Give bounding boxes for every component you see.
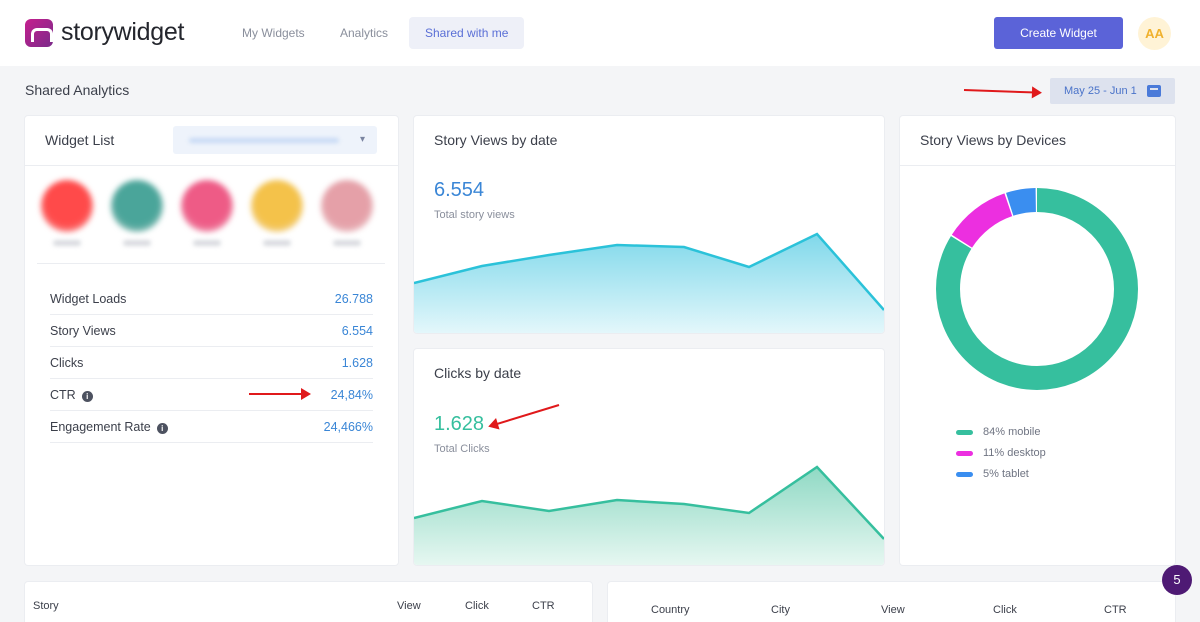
widget-thumbnails: [37, 178, 377, 250]
story-views-card: Story Views by date 6.554 Total story vi…: [414, 116, 884, 333]
thumbnail-label-blurred: [263, 240, 291, 246]
annotation-arrow: [249, 388, 311, 400]
metric-value: 24,466%: [323, 420, 373, 434]
column-header-click[interactable]: Click: [465, 600, 489, 612]
metric-label: Story Views: [50, 324, 116, 338]
metric-label-wrap: Engagement Rate i: [50, 420, 168, 434]
metric-value: 26.788: [334, 292, 373, 306]
metric-row-widget-loads: Widget Loads 26.788: [50, 283, 373, 315]
widget-thumbnail[interactable]: [251, 180, 303, 232]
metric-label: Clicks: [50, 356, 84, 370]
thumbnail-label-blurred: [193, 240, 221, 246]
column-header-city[interactable]: City: [771, 604, 790, 616]
devices-card: Story Views by Devices 84% mobile 11% de…: [900, 116, 1175, 565]
story-views-area: [414, 234, 884, 333]
devices-donut-chart: [936, 188, 1138, 390]
widget-thumbnail[interactable]: [111, 180, 163, 232]
widget-select-value-blurred: [189, 138, 339, 143]
metric-row-story-views: Story Views 6.554: [50, 315, 373, 347]
column-header-ctr[interactable]: CTR: [532, 600, 555, 612]
legend-label: 5% tablet: [983, 468, 1029, 480]
metric-label: CTR: [50, 388, 76, 402]
divider: [900, 165, 1175, 166]
total-clicks-value: 1.628: [434, 413, 485, 435]
metric-row-clicks: Clicks 1.628: [50, 347, 373, 379]
annotation-arrow: [963, 89, 1040, 94]
top-navigation-bar: storywidget My Widgets Analytics Shared …: [0, 0, 1200, 66]
column-header-view[interactable]: View: [397, 600, 421, 612]
storywidget-logo[interactable]: storywidget: [25, 18, 184, 47]
thumbnail-label-blurred: [123, 240, 151, 246]
clicks-title: Clicks by date: [434, 365, 522, 381]
metric-label: Widget Loads: [50, 292, 127, 306]
metric-value: 6.554: [341, 324, 373, 338]
countries-table: Country City View Click CTR: [608, 582, 1175, 622]
stories-table: Story View Click CTR: [25, 582, 592, 622]
brand-name: storywidget: [61, 18, 185, 46]
metric-value: 24,84%: [330, 388, 373, 402]
widget-thumbnail[interactable]: [41, 180, 93, 232]
story-views-title: Story Views by date: [434, 132, 558, 148]
metric-value: 1.628: [341, 356, 373, 370]
tab-my-widgets[interactable]: My Widgets: [226, 17, 321, 49]
clicks-area: [414, 467, 884, 565]
calendar-icon: [1147, 85, 1161, 97]
tab-shared-with-me[interactable]: Shared with me: [409, 17, 525, 49]
legend-label: 84% mobile: [983, 426, 1041, 438]
create-widget-button[interactable]: Create Widget: [994, 17, 1123, 49]
info-icon[interactable]: i: [81, 391, 93, 402]
column-header-story[interactable]: Story: [33, 600, 59, 612]
widget-thumbnail[interactable]: [181, 180, 233, 232]
column-header-view[interactable]: View: [881, 604, 905, 616]
legend-swatch: [956, 451, 973, 456]
widget-thumbnail[interactable]: [321, 180, 373, 232]
column-header-click[interactable]: Click: [993, 604, 1017, 616]
avatar[interactable]: AA: [1138, 17, 1171, 50]
metric-row-ctr: CTR i 24,84%: [50, 379, 373, 411]
legend-swatch: [956, 430, 973, 435]
total-story-views-value: 6.554: [434, 179, 485, 201]
story-views-area-chart: [414, 232, 884, 333]
widget-list-card: Widget List ▾ Widget Loads 26.788 Story …: [25, 116, 398, 565]
page-title: Shared Analytics: [25, 82, 130, 98]
date-range-label: May 25 - Jun 1: [1064, 85, 1137, 97]
clicks-card: Clicks by date 1.628 Total Clicks: [414, 349, 884, 565]
metric-label: Engagement Rate: [50, 420, 151, 434]
column-header-ctr[interactable]: CTR: [1104, 604, 1127, 616]
logo-mark-icon: [25, 18, 53, 47]
devices-title: Story Views by Devices: [920, 132, 1067, 148]
info-icon[interactable]: i: [156, 423, 168, 434]
widget-list-title: Widget List: [45, 132, 115, 148]
notification-badge[interactable]: 5: [1162, 565, 1192, 595]
metric-row-engagement-rate: Engagement Rate i 24,466%: [50, 411, 373, 443]
legend-label: 11% desktop: [983, 447, 1046, 459]
widget-select-dropdown[interactable]: ▾: [173, 126, 377, 154]
tab-analytics[interactable]: Analytics: [324, 17, 404, 49]
metric-label-wrap: CTR i: [50, 388, 93, 402]
legend-swatch: [956, 472, 973, 477]
total-clicks-label: Total Clicks: [434, 443, 490, 455]
divider: [37, 263, 385, 264]
divider: [25, 165, 398, 166]
chevron-down-icon: ▾: [359, 134, 365, 145]
column-header-country[interactable]: Country: [651, 604, 690, 616]
clicks-area-chart: [414, 465, 884, 565]
thumbnail-label-blurred: [53, 240, 81, 246]
date-range-button[interactable]: May 25 - Jun 1: [1050, 78, 1175, 104]
total-story-views-label: Total story views: [434, 209, 515, 221]
thumbnail-label-blurred: [333, 240, 361, 246]
